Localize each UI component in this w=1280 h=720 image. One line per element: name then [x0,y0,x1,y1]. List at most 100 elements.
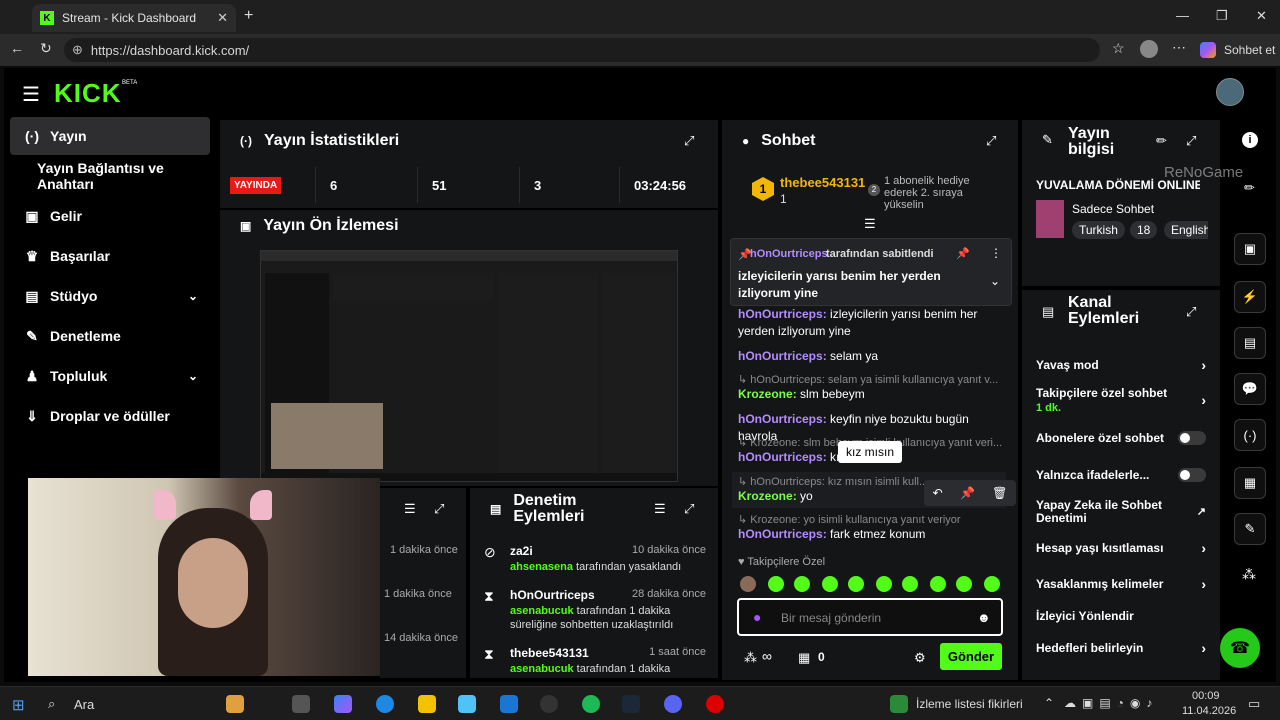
info-icon[interactable]: i [1242,132,1258,148]
windows-start-icon[interactable]: ⊞ [12,696,25,714]
category-thumbnail[interactable] [1036,200,1064,238]
user-avatar[interactable] [1216,78,1244,106]
close-window-icon[interactable]: ✕ [1256,8,1267,24]
emote-avatar[interactable] [740,576,756,592]
favorite-icon[interactable]: ☆ [1112,40,1125,57]
more-vertical-icon[interactable]: ⋮ [990,246,1002,260]
chat-username[interactable]: hOnOurtriceps [738,307,823,321]
more-icon[interactable]: ⋯ [1172,39,1186,56]
chat-message[interactable]: hOnOurtriceps: selam ya [738,348,1008,365]
clock-time[interactable]: 00:09 [1192,690,1220,702]
new-tab-icon[interactable]: + [244,7,253,25]
quick-action-button[interactable]: ⚡ [1234,281,1266,313]
moderation-item[interactable]: ⊘ za2i 10 dakika önce ahsenasena tarafından… [484,544,706,584]
top-gifter-name[interactable]: thebee543131 [780,175,865,190]
expand-icon[interactable]: ⤢ [684,133,694,149]
chat-settings-icon[interactable]: ☰ [864,216,876,232]
minimize-icon[interactable]: — [1176,8,1189,23]
file-explorer-icon[interactable] [418,695,436,713]
support-button[interactable]: ☎ [1220,628,1260,668]
reply-reference[interactable]: ↳ hOnOurtriceps: kız mısın isimli kull..… [738,475,928,488]
chat-input[interactable]: ● Bir mesaj gönderin ☻ [737,598,1003,636]
task-view-icon[interactable] [292,695,310,713]
expand-icon[interactable]: ⤢ [1186,304,1196,320]
news-icon[interactable] [890,695,908,713]
channel-action-ai-moderation[interactable]: Yapay Zeka ile Sohbet Denetimi ↗ [1036,498,1206,526]
kick-logo[interactable]: KICK [54,78,122,109]
url-field[interactable]: ⊕ https://dashboard.kick.com/ [64,38,1100,62]
delete-icon[interactable]: 🗑 [992,486,1007,500]
sidebar-item-denetleme[interactable]: ✎ Denetleme [10,317,210,355]
discord-icon[interactable] [664,695,682,713]
notifications-icon[interactable]: ▭ [1248,696,1260,712]
sidebar-item-stream-key[interactable]: Yayın Bağlantısı ve Anahtarı [10,157,210,195]
obs-icon[interactable] [540,695,558,713]
profile-avatar[interactable] [1140,40,1158,58]
emote[interactable] [876,576,892,592]
outlook-icon[interactable] [500,695,518,713]
emote[interactable] [902,576,918,592]
copilot-icon[interactable] [334,695,352,713]
channel-action-goals[interactable]: Hedefleri belirleyin › [1036,639,1206,657]
expand-icon[interactable]: ⤢ [1186,133,1196,149]
opera-icon[interactable] [706,695,724,713]
sidebar-item-droplar[interactable]: ⇓ Droplar ve ödüller [10,397,210,435]
gift-button[interactable]: ▦ [1234,467,1266,499]
store-icon[interactable] [458,695,476,713]
clip-button[interactable]: ▣ [1234,233,1266,265]
sidebar-item-gelir[interactable]: ▣ Gelir [10,197,210,235]
menu-icon[interactable]: ☰ [22,82,40,107]
chat-username[interactable]: hOnOurtriceps [738,349,823,363]
subs-only-toggle[interactable] [1178,431,1206,445]
expand-icon[interactable]: ⤢ [986,133,996,149]
emote[interactable] [956,576,972,592]
tray-icons[interactable]: ☁▣▤◔◉♪ [1064,696,1158,710]
settings-button[interactable]: ✎ [1234,513,1266,545]
maximize-icon[interactable]: ❐ [1216,8,1228,24]
emote[interactable] [984,576,1000,592]
broadcast-button[interactable]: (·) [1234,419,1266,451]
channel-action-banned-words[interactable]: Yasaklanmış kelimeler › [1036,575,1206,593]
chat-message[interactable]: hOnOurtriceps: izleyicilerin yarısı beni… [738,306,1008,340]
filter-icon[interactable]: ☰ [654,501,666,517]
sidebar-item-studyo[interactable]: ▤ Stüdyo ⌄ [10,277,210,315]
gear-icon[interactable]: ⚙ [914,650,926,666]
clock-date[interactable]: 11.04.2026 [1182,705,1236,717]
chat-toggle-button[interactable]: 💬 [1234,373,1266,405]
reply-reference[interactable]: ↳ Krozeone: yo isimli kullanıcıya yanıt … [738,513,961,526]
reply-icon[interactable]: ↶ [933,486,943,500]
emoji-icon[interactable]: ☻ [977,610,991,625]
news-label[interactable]: İzleme listesi fikirleri [916,697,1023,711]
emote[interactable] [848,576,864,592]
copilot-label[interactable]: Sohbet et [1224,43,1275,57]
unpin-icon[interactable]: 📌 [956,247,970,260]
pin-icon[interactable]: 📌 [960,486,975,500]
search-icon[interactable]: ⌕ [48,696,55,712]
gift-icon[interactable]: ▦ [798,650,810,666]
expand-icon[interactable]: ⤢ [684,501,694,517]
channel-action-followers-only[interactable]: Takipçilere özel sohbet 1 dk. › [1036,386,1206,416]
channel-action-raid[interactable]: İzleyici Yönlendir [1036,607,1206,625]
close-tab-icon[interactable]: ✕ [217,10,228,26]
points-icon[interactable]: ⁂ [744,650,757,666]
back-icon[interactable]: ← [10,40,24,56]
send-button[interactable]: Gönder [940,643,1002,670]
emote[interactable] [794,576,810,592]
reply-reference[interactable]: ↳ hOnOurtriceps: selam ya isimli kullanı… [738,373,998,386]
notes-button[interactable]: ▤ [1234,327,1266,359]
edge-icon[interactable] [376,695,394,713]
taskbar-search-label[interactable]: Ara [74,697,94,712]
edit-icon[interactable]: ✏ [1244,180,1255,196]
chat-username[interactable]: hOnOurtriceps [738,412,823,426]
chat-username[interactable]: hOnOurtriceps [738,450,823,464]
search-highlight-icon[interactable] [226,695,244,713]
refresh-icon[interactable]: ↻ [40,40,52,57]
emotes-only-toggle[interactable] [1178,468,1206,482]
sidebar-item-basarilar[interactable]: ♛ Başarılar [10,237,210,275]
channel-action-account-age[interactable]: Hesap yaşı kısıtlaması › [1036,539,1206,557]
channel-action-emotes-only[interactable]: Yalnızca ifadelerle... [1036,466,1206,484]
sidebar-item-topluluk[interactable]: ♟ Topluluk ⌄ [10,357,210,395]
stream-preview-video[interactable] [260,250,678,482]
emote[interactable] [768,576,784,592]
chat-message[interactable]: hOnOurtriceps: fark etmez konum [738,526,1008,543]
